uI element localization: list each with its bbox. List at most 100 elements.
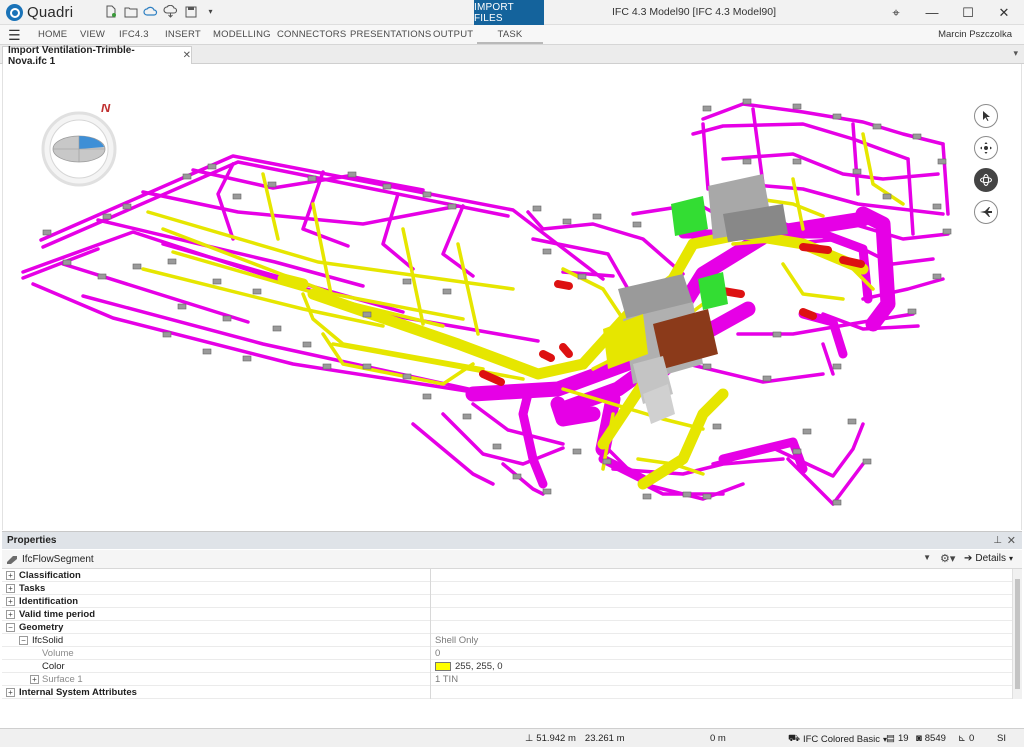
- pin-panel-icon[interactable]: ⊥: [993, 535, 1002, 546]
- camera-icon: ◙: [916, 733, 922, 744]
- object-count-b[interactable]: ◙ 8549: [916, 733, 946, 744]
- orbit-icon[interactable]: [974, 168, 998, 192]
- close-button[interactable]: ✕: [986, 0, 1022, 25]
- property-label: Internal System Attributes: [19, 686, 137, 698]
- dropdown-arrow-icon[interactable]: ▾: [203, 4, 218, 19]
- expand-icon[interactable]: +: [6, 570, 15, 580]
- user-name[interactable]: Marcin Pszczolka: [938, 29, 1012, 40]
- fly-icon[interactable]: [974, 200, 998, 224]
- expand-icon[interactable]: +: [30, 674, 39, 684]
- collapse-icon[interactable]: −: [6, 622, 15, 632]
- expand-icon[interactable]: +: [6, 583, 15, 593]
- property-value: 0: [435, 647, 441, 659]
- chevron-down-icon: ▾: [1008, 554, 1013, 563]
- tab-home[interactable]: HOME: [38, 29, 67, 40]
- chevron-down-icon[interactable]: ▼: [923, 553, 931, 562]
- select-pointer-icon[interactable]: [974, 104, 998, 128]
- save-icon[interactable]: [183, 4, 198, 19]
- property-label: Surface 1: [42, 673, 83, 685]
- count-c-value: 0: [968, 733, 975, 744]
- property-label: Classification: [19, 569, 81, 581]
- tab-ifc43[interactable]: IFC4.3: [119, 29, 149, 40]
- gear-icon[interactable]: ⚙▾: [940, 552, 955, 565]
- coordinate-axes-icon: ⊥: [525, 733, 534, 744]
- app-name: Quadri: [27, 4, 74, 21]
- object-type-selector[interactable]: IfcFlowSegment ▼: [6, 552, 931, 567]
- close-tab-icon[interactable]: ✕: [183, 50, 191, 61]
- collapse-icon[interactable]: −: [19, 635, 28, 645]
- property-row-color[interactable]: Color 255, 255, 0: [2, 660, 1012, 673]
- units-indicator[interactable]: SI: [997, 733, 1006, 744]
- details-label: Details: [975, 553, 1006, 564]
- tab-view[interactable]: VIEW: [80, 29, 105, 40]
- app-logo: Quadri: [6, 4, 73, 21]
- list-icon: ▤: [886, 733, 895, 744]
- property-row-surface[interactable]: + Surface 1 1 TIN: [2, 673, 1012, 686]
- x-coordinate: 51.942 m: [536, 733, 576, 744]
- object-count-c[interactable]: ⊾ 0: [958, 733, 974, 744]
- property-row-volume[interactable]: Volume 0: [2, 647, 1012, 660]
- flow-segment-icon: [7, 556, 17, 564]
- tab-presentations[interactable]: PRESENTATIONS: [350, 29, 431, 40]
- properties-scrollbar[interactable]: [1012, 569, 1022, 699]
- properties-toolbar: IfcFlowSegment ▼ ⚙▾ ➔ Details ▾: [2, 550, 1022, 569]
- arrow-right-icon: ➔: [964, 553, 973, 564]
- ventilation-model[interactable]: [3, 64, 1021, 530]
- quadri-logo-icon: [6, 4, 23, 21]
- property-row-classification[interactable]: + Classification: [2, 569, 1012, 582]
- properties-title: Properties: [7, 535, 57, 546]
- tab-task[interactable]: TASK: [477, 29, 543, 44]
- property-row-internal-system-attributes[interactable]: + Internal System Attributes: [2, 686, 1012, 699]
- presentation-style-selector[interactable]: ⛟ IFC Colored Basic ▾: [788, 733, 887, 745]
- window-title: IFC 4.3 Model90 [IFC 4.3 Model90]: [612, 6, 776, 18]
- properties-grid: + Classification + Tasks + Identificatio…: [2, 569, 1012, 699]
- menu-icon[interactable]: ☰: [8, 28, 21, 42]
- y-coordinate: 23.261 m: [584, 733, 625, 744]
- property-label: Identification: [19, 595, 79, 607]
- pin-icon[interactable]: ⌖: [878, 0, 914, 25]
- details-button[interactable]: ➔ Details ▾: [964, 553, 1013, 564]
- tab-list-dropdown-icon[interactable]: ▾: [1013, 48, 1018, 59]
- cloud-sync-icon[interactable]: [163, 4, 178, 19]
- selected-object-type: IfcFlowSegment: [22, 554, 94, 565]
- property-row-tasks[interactable]: + Tasks: [2, 582, 1012, 595]
- property-value-color[interactable]: 255, 255, 0: [435, 661, 503, 672]
- view-compass[interactable]: N: [41, 100, 125, 191]
- property-label: Color: [42, 660, 65, 672]
- supply-duct-network: [21, 102, 950, 506]
- expand-icon[interactable]: +: [6, 609, 15, 619]
- property-row-valid-time-period[interactable]: + Valid time period: [2, 608, 1012, 621]
- document-tab[interactable]: Import Ventilation-Trimble-Nova.ifc 1 ✕: [2, 45, 192, 67]
- import-files-tab[interactable]: IMPORT FILES: [474, 0, 544, 25]
- quick-access-toolbar: ▾: [103, 4, 218, 19]
- elevation-readout: 0 m: [710, 733, 726, 744]
- count-a-value: 19: [897, 733, 909, 744]
- tab-connectors[interactable]: CONNECTORS: [277, 29, 346, 40]
- compass-north-label: N: [101, 104, 111, 115]
- property-row-geometry[interactable]: − Geometry: [2, 621, 1012, 634]
- property-row-ifcsolid[interactable]: − IfcSolid Shell Only: [2, 634, 1012, 647]
- maximize-button[interactable]: ☐: [950, 0, 986, 25]
- cloud-icon[interactable]: [143, 4, 158, 19]
- property-row-identification[interactable]: + Identification: [2, 595, 1012, 608]
- car-icon: ⛟: [788, 733, 800, 744]
- close-panel-icon[interactable]: ✕: [1007, 534, 1016, 547]
- open-folder-icon[interactable]: [123, 4, 138, 19]
- color-value: 255, 255, 0: [455, 660, 503, 672]
- scrollbar-thumb[interactable]: [1015, 579, 1020, 689]
- tab-output[interactable]: OUTPUT: [433, 29, 473, 40]
- tab-insert[interactable]: INSERT: [165, 29, 201, 40]
- expand-icon[interactable]: +: [6, 687, 15, 697]
- color-swatch[interactable]: [435, 661, 451, 671]
- column-divider[interactable]: [430, 569, 431, 699]
- title-bar: Quadri ▾ IMPORT FILES IFC 4.3 Model90 [I…: [0, 0, 1024, 25]
- tab-modelling[interactable]: MODELLING: [213, 29, 271, 40]
- object-count-a[interactable]: ▤ 19: [886, 733, 909, 744]
- navigation-tools: [974, 104, 998, 224]
- new-file-icon[interactable]: [103, 4, 118, 19]
- property-value: Shell Only: [435, 634, 479, 646]
- pan-icon[interactable]: [974, 136, 998, 160]
- 3d-viewport[interactable]: N: [2, 64, 1022, 530]
- minimize-button[interactable]: —: [914, 0, 950, 25]
- expand-icon[interactable]: +: [6, 596, 15, 606]
